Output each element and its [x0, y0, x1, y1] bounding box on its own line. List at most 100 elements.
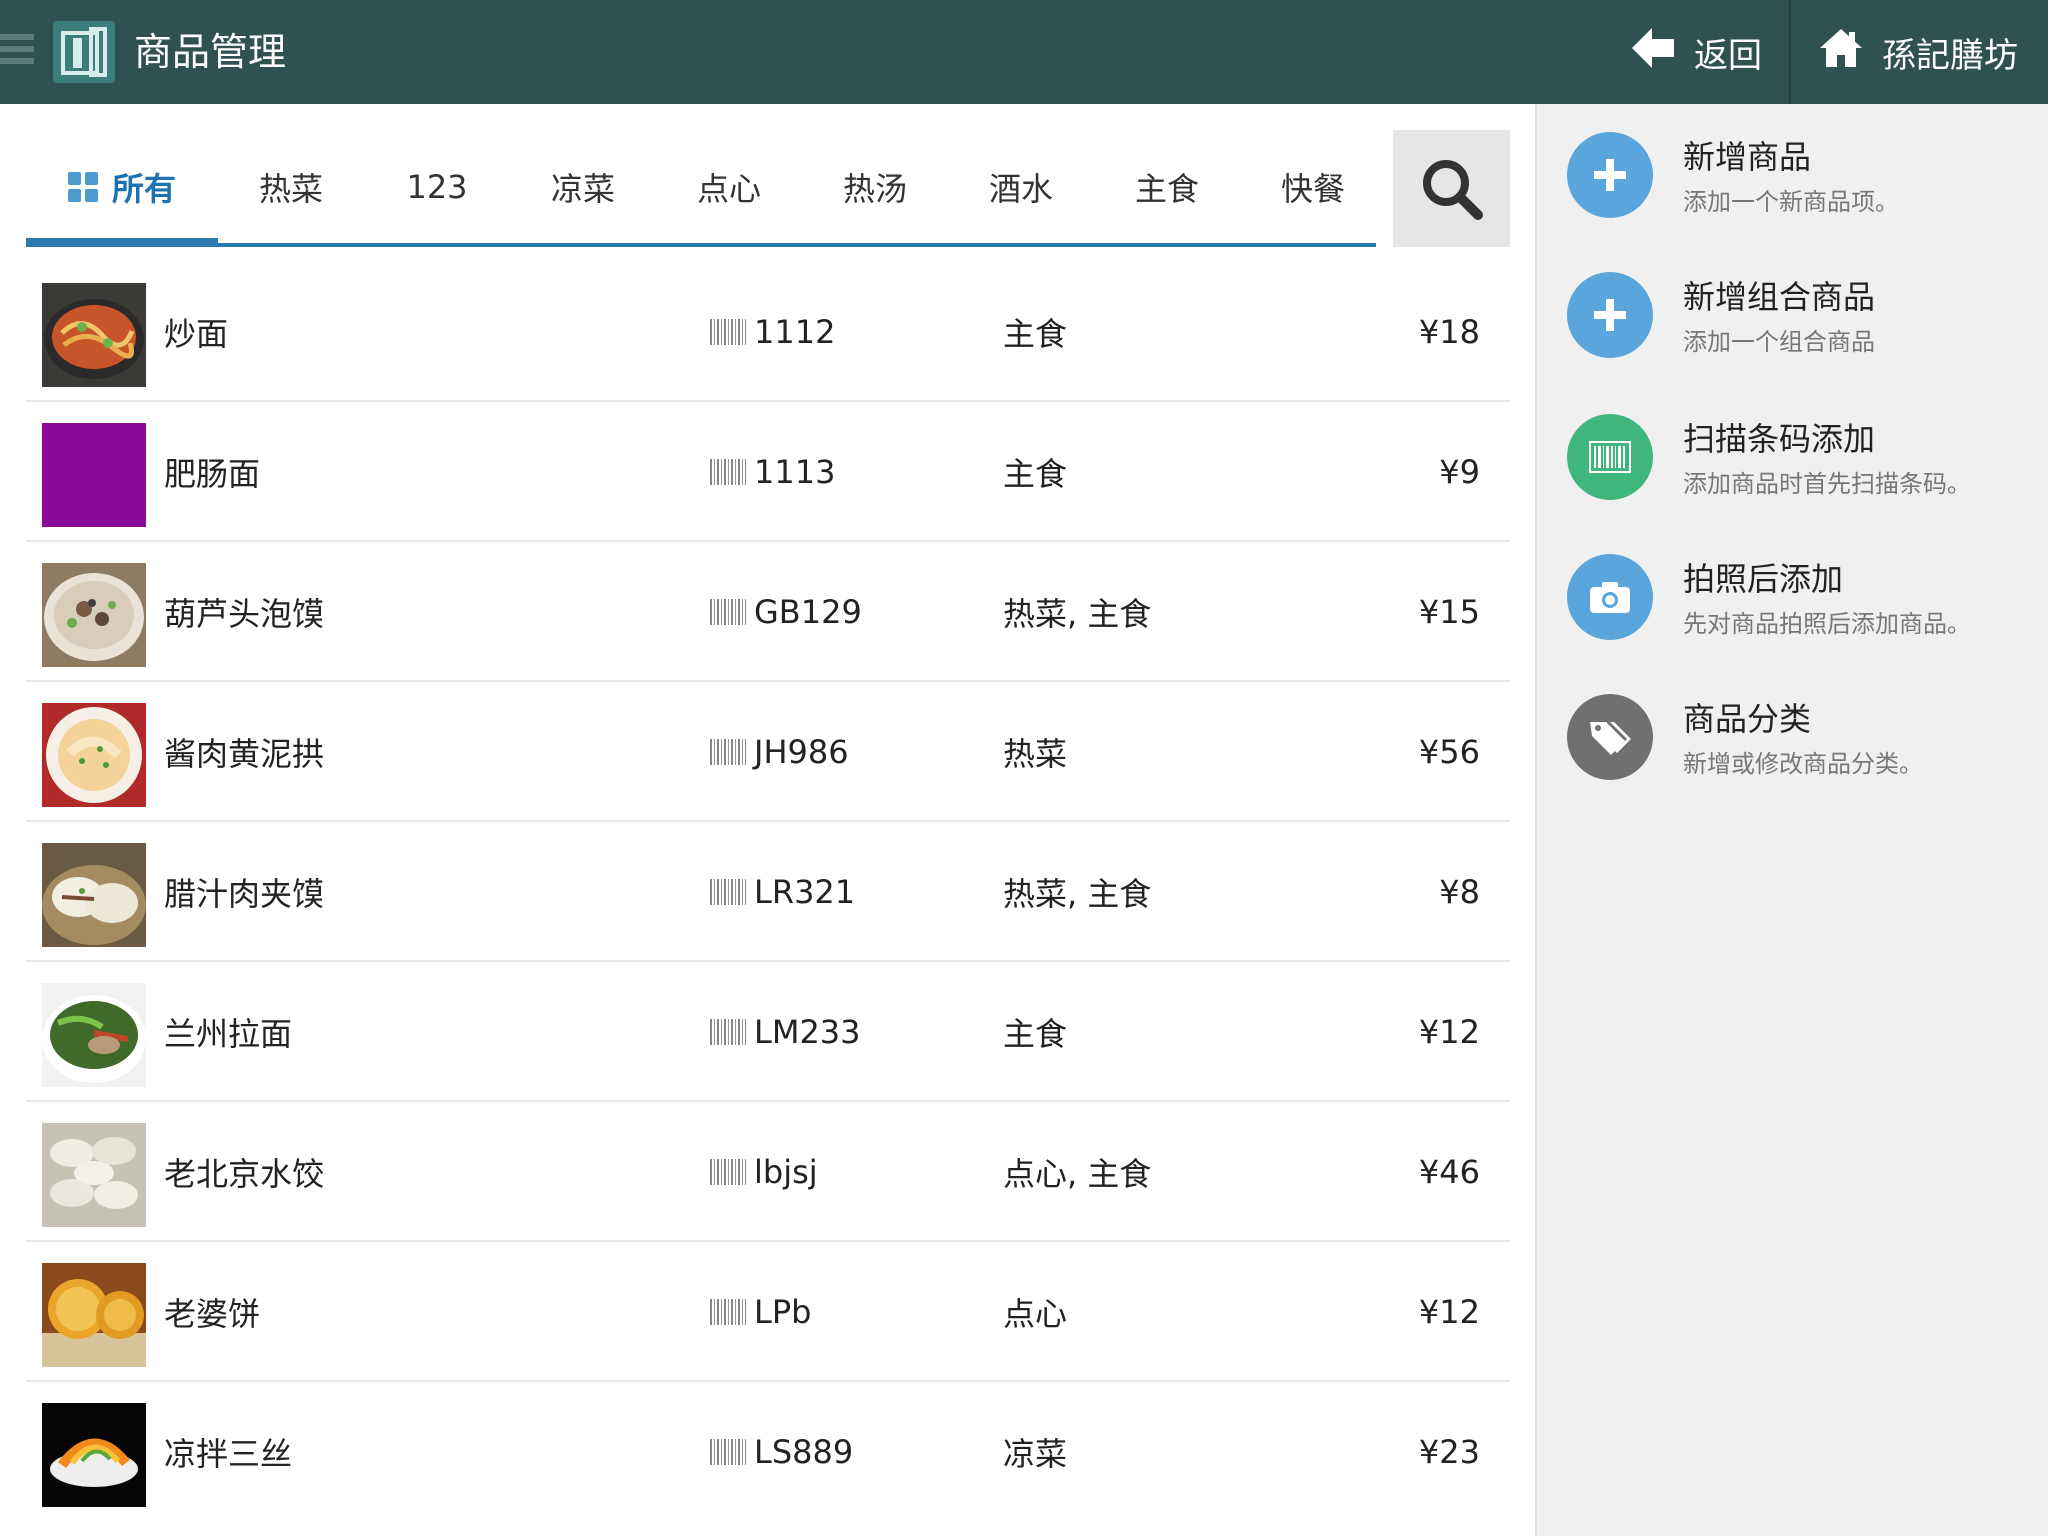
product-name: 酱肉黄泥拱: [164, 735, 325, 773]
tab-label: 所有: [111, 169, 176, 208]
product-row[interactable]: 炒面 1112 主食 ¥18: [26, 262, 1510, 402]
barcode-icon: [710, 599, 746, 625]
action-title: 拍照后添加: [1683, 560, 1844, 598]
product-thumbnail: [42, 283, 146, 387]
product-price: ¥23: [1418, 1433, 1480, 1471]
action-title: 商品分类: [1683, 700, 1812, 738]
product-category: 凉菜: [1003, 1435, 1068, 1473]
action-subtitle: 添加一个新商品项。: [1683, 188, 1899, 216]
tab-dim-sum[interactable]: 点心: [656, 130, 802, 243]
product-row[interactable]: 兰州拉面 LM233 主食 ¥12: [26, 962, 1510, 1102]
product-row[interactable]: 肥肠面 1113 主食 ¥9: [26, 402, 1510, 542]
grid-icon: [67, 171, 98, 202]
product-thumbnail: [42, 563, 146, 667]
tab-hot-soup[interactable]: 热汤: [802, 130, 948, 243]
product-code: 1113: [710, 402, 835, 542]
product-name: 兰州拉面: [164, 1015, 293, 1053]
product-category: 主食: [1003, 455, 1068, 493]
product-price: ¥18: [1418, 313, 1480, 351]
tab-label: 123: [406, 167, 468, 206]
product-category: 热菜, 主食: [1003, 875, 1152, 913]
product-code: LM233: [710, 962, 861, 1102]
product-price: ¥46: [1418, 1153, 1480, 1191]
menu-icon[interactable]: [0, 34, 34, 72]
product-thumbnail: [42, 703, 146, 807]
product-name: 腊汁肉夹馍: [164, 875, 325, 913]
back-button[interactable]: 返回: [1620, 0, 1788, 104]
product-category: 点心, 主食: [1003, 1155, 1152, 1193]
add-product-action[interactable]: 新增商品 添加一个新商品项。: [1567, 122, 2037, 232]
barcode-icon: [710, 1439, 746, 1465]
back-label: 返回: [1694, 35, 1762, 76]
barcode-icon: [710, 319, 746, 345]
tab-cold-dishes[interactable]: 凉菜: [510, 130, 656, 243]
tab-label: 酒水: [988, 169, 1053, 208]
product-name: 凉拌三丝: [164, 1435, 293, 1473]
product-row[interactable]: 老北京水饺 lbjsj 点心, 主食 ¥46: [26, 1102, 1510, 1242]
product-code: lbjsj: [710, 1102, 818, 1242]
tab-staple-food[interactable]: 主食: [1094, 130, 1240, 243]
barcode-icon: [710, 1159, 746, 1185]
product-name: 葫芦头泡馍: [164, 595, 325, 633]
product-row[interactable]: 腊汁肉夹馍 LR321 热菜, 主食 ¥8: [26, 822, 1510, 962]
search-button[interactable]: [1393, 130, 1510, 247]
tab-label: 快餐: [1280, 169, 1345, 208]
product-price: ¥15: [1418, 593, 1480, 631]
product-category: 热菜: [1003, 735, 1068, 773]
tab-fast-food[interactable]: 快餐: [1240, 130, 1386, 243]
home-icon: [1818, 27, 1864, 78]
product-row[interactable]: 凉拌三丝 LS889 凉菜 ¥23: [26, 1382, 1510, 1522]
product-list: 炒面 1112 主食 ¥18 肥肠面 1113 主食 ¥9 葫芦头泡馍 GB12…: [26, 262, 1510, 1522]
add-combo-product-action[interactable]: 新增组合商品 添加一个组合商品: [1567, 262, 2037, 372]
product-code: JH986: [710, 682, 849, 822]
barcode-icon: [710, 879, 746, 905]
barcode-icon: [710, 739, 746, 765]
product-name: 老婆饼: [164, 1295, 261, 1333]
product-name: 老北京水饺: [164, 1155, 325, 1193]
product-category: 点心: [1003, 1295, 1068, 1333]
photo-add-action[interactable]: 拍照后添加 先对商品拍照后添加商品。: [1567, 544, 2037, 654]
app-logo-icon: [53, 21, 115, 83]
tab-label: 点心: [696, 169, 761, 208]
product-thumbnail: [42, 1403, 146, 1507]
home-button[interactable]: 孫記膳坊: [1818, 0, 2043, 104]
action-subtitle: 添加一个组合商品: [1683, 328, 1875, 356]
action-subtitle: 新增或修改商品分类。: [1683, 750, 1923, 778]
product-category-action[interactable]: 商品分类 新增或修改商品分类。: [1567, 684, 2037, 794]
product-name: 肥肠面: [164, 455, 261, 493]
barcode-icon: [710, 459, 746, 485]
tab-label: 凉菜: [550, 169, 615, 208]
action-subtitle: 添加商品时首先扫描条码。: [1683, 470, 1971, 498]
topbar-divider: [1789, 0, 1791, 104]
product-price: ¥9: [1439, 453, 1480, 491]
product-category: 主食: [1003, 315, 1068, 353]
product-thumbnail: [42, 423, 146, 527]
product-name: 炒面: [164, 315, 229, 353]
product-category: 热菜, 主食: [1003, 595, 1152, 633]
product-row[interactable]: 酱肉黄泥拱 JH986 热菜 ¥56: [26, 682, 1510, 822]
product-thumbnail: [42, 983, 146, 1087]
back-arrow-icon: [1630, 26, 1676, 79]
product-category: 主食: [1003, 1015, 1068, 1053]
tag-icon: [1567, 694, 1653, 780]
product-price: ¥56: [1418, 733, 1480, 771]
plus-icon: [1567, 272, 1653, 358]
product-row[interactable]: 葫芦头泡馍 GB129 热菜, 主食 ¥15: [26, 542, 1510, 682]
barcode-icon: [710, 1299, 746, 1325]
product-thumbnail: [42, 1263, 146, 1367]
home-label: 孫記膳坊: [1882, 35, 2018, 76]
actions-panel: 新增商品 添加一个新商品项。 新增组合商品 添加一个组合商品 扫描条码添加 添加…: [1535, 104, 2048, 1536]
barcode-icon: [1567, 414, 1653, 500]
product-price: ¥8: [1439, 873, 1480, 911]
tab-label: 热汤: [842, 169, 907, 208]
tab-drinks[interactable]: 酒水: [948, 130, 1094, 243]
product-row[interactable]: 老婆饼 LPb 点心 ¥12: [26, 1242, 1510, 1382]
search-icon: [1422, 159, 1483, 220]
page-title: 商品管理: [134, 30, 287, 74]
scan-barcode-action[interactable]: 扫描条码添加 添加商品时首先扫描条码。: [1567, 404, 2037, 514]
tab-all[interactable]: 所有: [26, 130, 218, 247]
action-subtitle: 先对商品拍照后添加商品。: [1683, 610, 1971, 638]
product-code: LR321: [710, 822, 855, 962]
tab-123[interactable]: 123: [364, 130, 510, 243]
tab-hot-dishes[interactable]: 热菜: [218, 130, 364, 243]
